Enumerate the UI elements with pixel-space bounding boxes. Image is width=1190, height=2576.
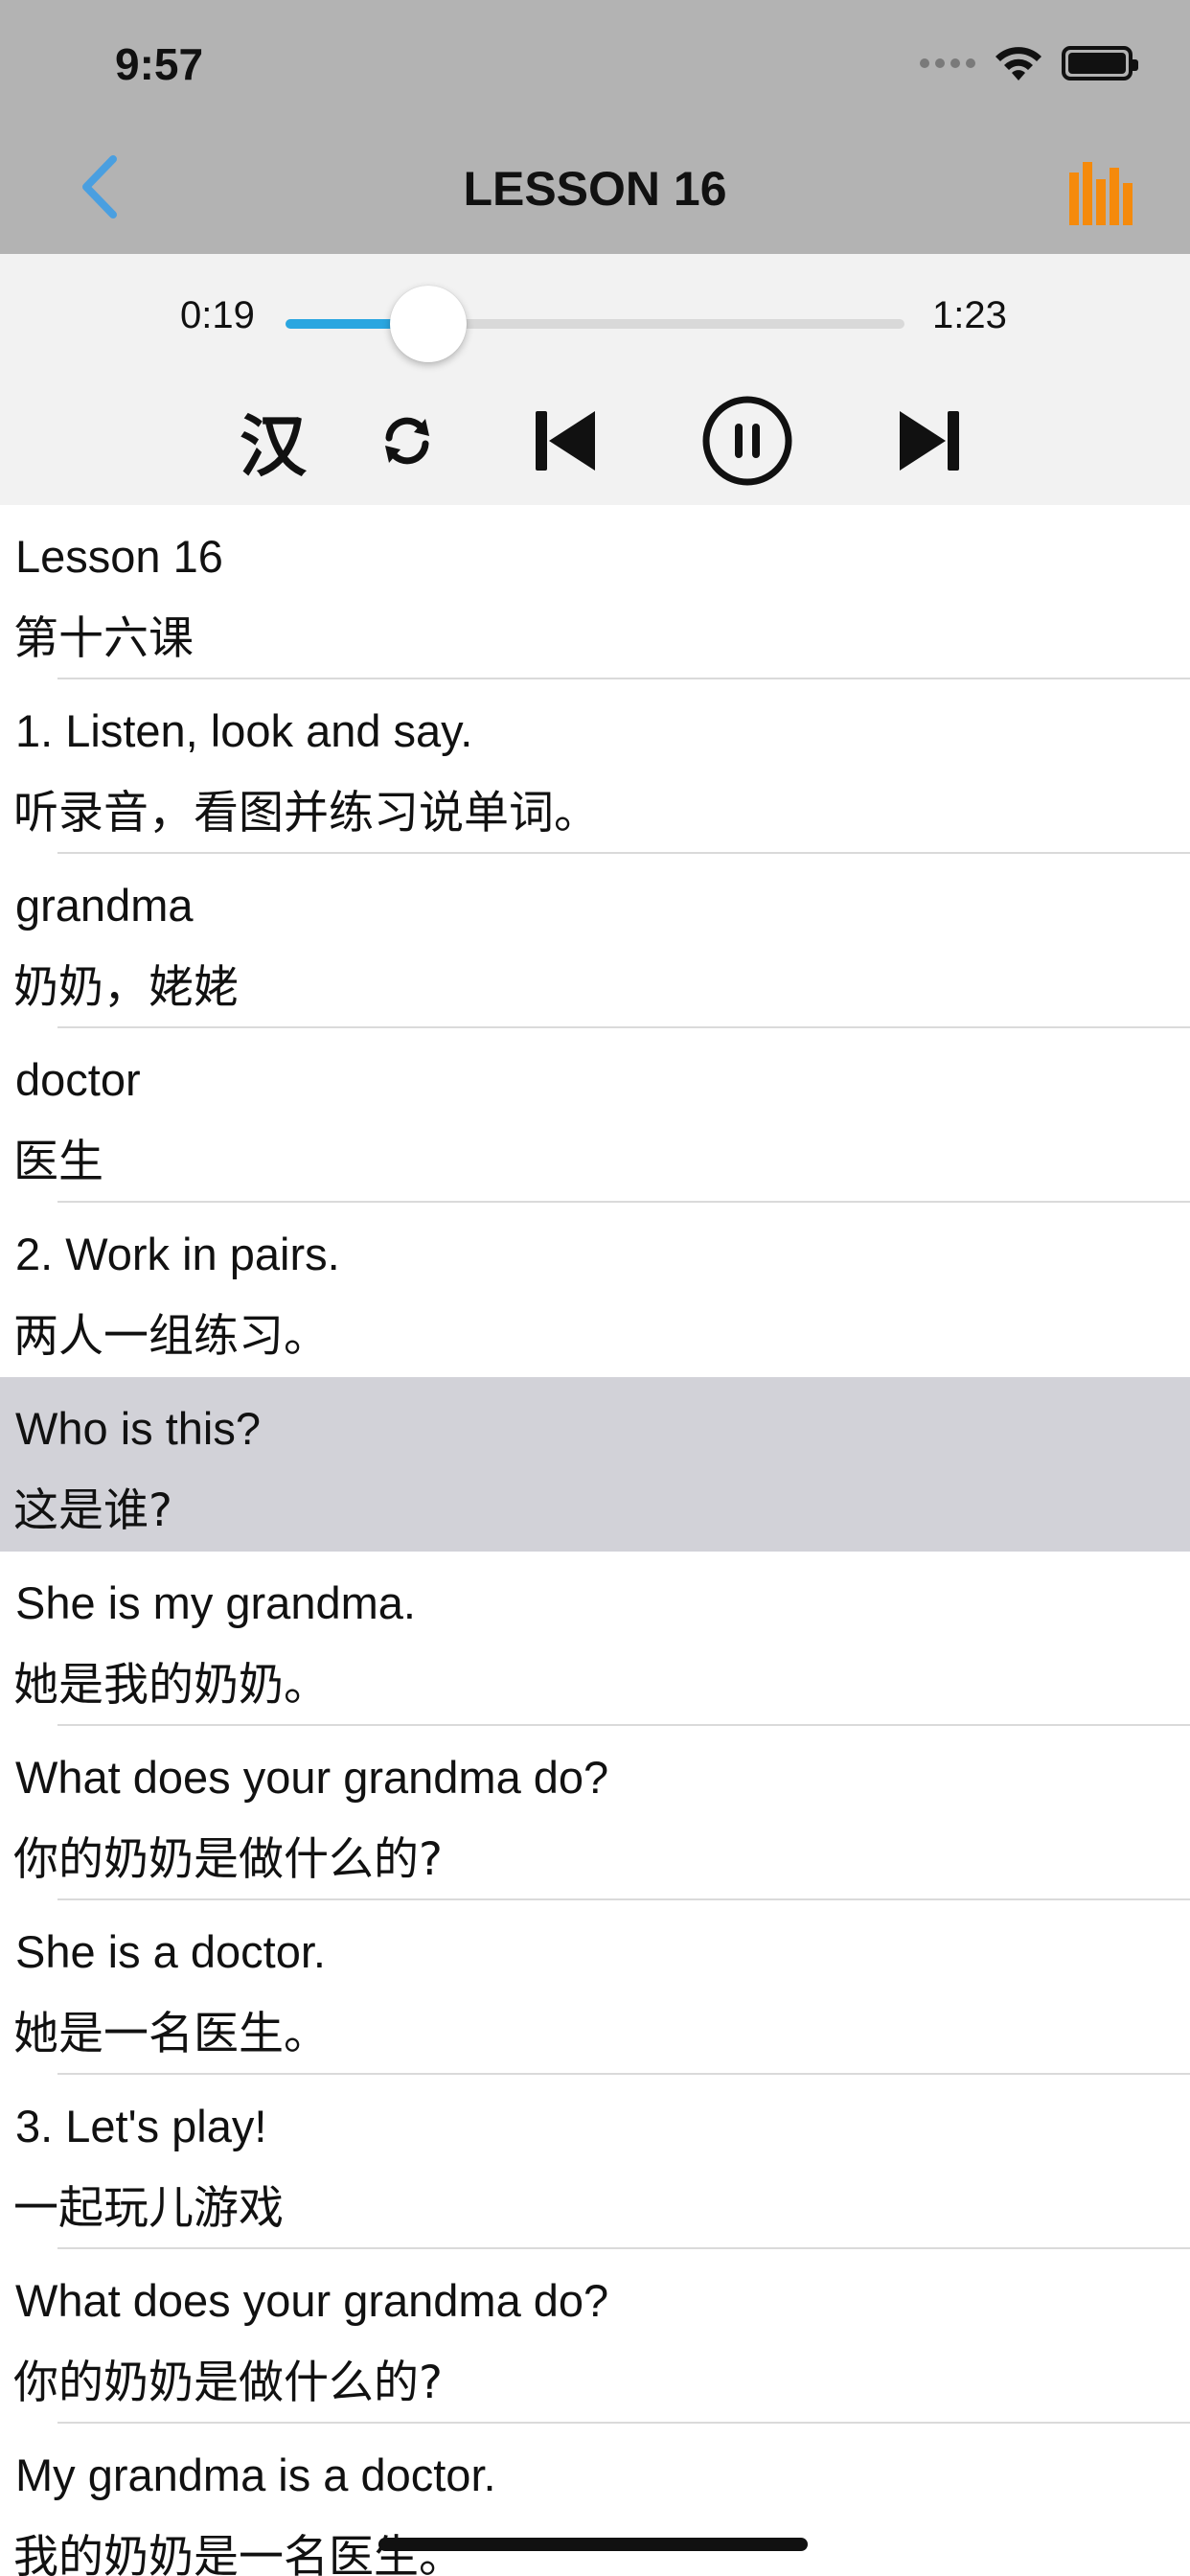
repeat-icon xyxy=(385,417,429,465)
repeat-button[interactable] xyxy=(374,388,441,494)
pause-button[interactable] xyxy=(699,388,795,494)
list-item[interactable]: grandma 奶奶，姥姥 xyxy=(0,854,1190,1028)
signal-icon xyxy=(920,58,975,68)
list-item[interactable]: Who is this? 这是谁? xyxy=(0,1377,1190,1552)
battery-icon xyxy=(1062,46,1138,80)
line-chinese: 你的奶奶是做什么的? xyxy=(13,2357,443,2409)
line-chinese: 她是一名医生。 xyxy=(13,2008,329,2060)
line-chinese: 你的奶奶是做什么的? xyxy=(13,1833,443,1886)
line-chinese: 医生 xyxy=(13,1136,103,1188)
line-chinese: 听录音，看图并练习说单词。 xyxy=(13,787,599,840)
line-english: Who is this? xyxy=(15,1403,261,1454)
equalizer-icon[interactable] xyxy=(1067,158,1134,225)
line-chinese: 奶奶，姥姥 xyxy=(13,961,239,1014)
playback-controls: 汉 xyxy=(0,388,1190,494)
status-icons xyxy=(920,44,1138,82)
lesson-lines-list: Lesson 16 第十六课 1. Listen, look and say. 听录音… xyxy=(0,505,1190,2576)
current-time: 0:19 xyxy=(180,294,255,336)
line-english: doctor xyxy=(15,1054,141,1105)
home-indicator[interactable] xyxy=(378,2538,808,2551)
previous-button[interactable] xyxy=(527,388,604,494)
line-english: Lesson 16 xyxy=(15,531,223,582)
list-item[interactable]: She is a doctor. 她是一名医生。 xyxy=(0,1900,1190,2075)
line-english: 2. Work in pairs. xyxy=(15,1229,340,1279)
line-chinese: 第十六课 xyxy=(13,612,194,665)
line-english: grandma xyxy=(15,880,194,931)
line-english: 3. Let's play! xyxy=(15,2101,267,2151)
line-english: My grandma is a doctor. xyxy=(15,2450,496,2500)
list-item[interactable]: Lesson 16 第十六课 xyxy=(0,505,1190,679)
line-english: What does your grandma do? xyxy=(15,1752,609,1803)
line-english: She is my grandma. xyxy=(15,1577,416,1628)
wifi-icon xyxy=(995,47,1041,80)
top-bar: 9:57 LESSON 16 xyxy=(0,0,1190,254)
list-item[interactable]: What does your grandma do? 你的奶奶是做什么的? xyxy=(0,2249,1190,2424)
screen: 9:57 LESSON 16 0:19 1:23 汉 Lesson 16 第十六… xyxy=(0,0,1190,2576)
line-chinese: 一起玩儿游戏 xyxy=(13,2182,284,2235)
pause-icon xyxy=(702,396,792,486)
list-item[interactable]: 1. Listen, look and say. 听录音，看图并练习说单词。 xyxy=(0,679,1190,854)
line-english: She is a doctor. xyxy=(15,1926,326,1977)
page-title: LESSON 16 xyxy=(463,162,727,216)
progress-slider[interactable] xyxy=(286,286,904,362)
line-chinese: 两人一组练习。 xyxy=(13,1310,329,1363)
skip-previous-icon xyxy=(536,411,595,471)
list-item[interactable]: 2. Work in pairs. 两人一组练习。 xyxy=(0,1203,1190,1377)
status-time: 9:57 xyxy=(115,39,204,89)
line-english: What does your grandma do? xyxy=(15,2275,609,2326)
line-chinese: 她是我的奶奶。 xyxy=(13,1659,329,1712)
list-item[interactable]: 3. Let's play! 一起玩儿游戏 xyxy=(0,2075,1190,2249)
list-item[interactable]: My grandma is a doctor. 我的奶奶是一名医生。 xyxy=(0,2424,1190,2576)
list-item[interactable]: What does your grandma do? 你的奶奶是做什么的? xyxy=(0,1726,1190,1900)
line-chinese: 这是谁? xyxy=(13,1484,172,1537)
list-item[interactable]: doctor 医生 xyxy=(0,1028,1190,1203)
slider-thumb[interactable] xyxy=(389,286,467,362)
chinese-toggle-button[interactable]: 汉 xyxy=(230,388,316,494)
skip-next-icon xyxy=(900,411,959,471)
total-time: 1:23 xyxy=(932,294,1007,336)
next-button[interactable] xyxy=(891,388,968,494)
list-item[interactable]: She is my grandma. 她是我的奶奶。 xyxy=(0,1552,1190,1726)
line-english: 1. Listen, look and say. xyxy=(15,705,473,756)
audio-player: 0:19 1:23 汉 xyxy=(0,254,1190,505)
